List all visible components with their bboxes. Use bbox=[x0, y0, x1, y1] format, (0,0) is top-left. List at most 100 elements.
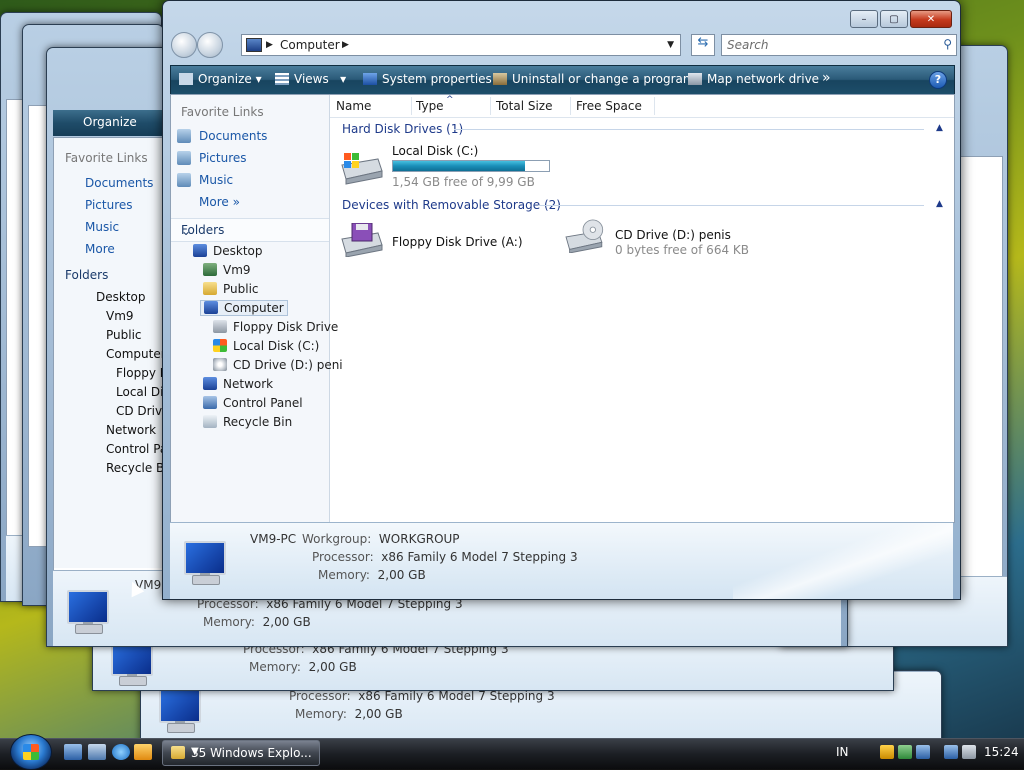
tree-item-public[interactable]: Public bbox=[106, 328, 142, 342]
disk-usage-fill bbox=[393, 161, 525, 171]
cd-drive-space: 0 bytes free of 664 KB bbox=[615, 243, 749, 257]
workgroup-value: WORKGROUP bbox=[378, 532, 460, 546]
tree-item-floppy[interactable]: Floppy Disk Drive bbox=[213, 320, 338, 334]
navigation-bar: ▶ Computer ▶ ▼ ⇆ Search ⚲ bbox=[171, 32, 957, 58]
local-disk-c-space: 1,54 GB free of 9,99 GB bbox=[392, 175, 535, 189]
sidebar-link-pictures[interactable]: Pictures bbox=[177, 151, 247, 165]
organize-button[interactable]: Organize bbox=[83, 115, 137, 129]
sidebar-more-link[interactable]: More bbox=[85, 242, 115, 256]
pictures-icon bbox=[177, 151, 191, 165]
folders-header[interactable]: Folders ⌄ bbox=[171, 218, 329, 242]
address-bar[interactable]: ▶ Computer ▶ ▼ bbox=[241, 34, 681, 56]
folder-icon bbox=[171, 746, 185, 759]
back-button[interactable] bbox=[171, 32, 197, 58]
organize-button[interactable]: Organize ▾ bbox=[179, 72, 262, 86]
collapse-chevron-icon[interactable]: ▲ bbox=[936, 199, 943, 209]
hard-disk-icon bbox=[341, 153, 383, 185]
uninstall-button[interactable]: Uninstall or change a program bbox=[493, 72, 695, 86]
tree-item-cd-drive[interactable]: CD Drive (D:) peni bbox=[213, 358, 343, 372]
safely-remove-icon[interactable] bbox=[898, 745, 912, 759]
recycle-bin-icon bbox=[203, 415, 217, 428]
breadcrumb-arrow-icon[interactable]: ▶ bbox=[266, 40, 273, 50]
display-icon[interactable] bbox=[944, 745, 958, 759]
column-free-space[interactable]: Free Space bbox=[576, 99, 642, 113]
refresh-button[interactable]: ⇆ bbox=[691, 34, 715, 56]
internet-explorer-icon[interactable] bbox=[112, 744, 130, 760]
memory-value: 2,00 GB bbox=[354, 707, 403, 721]
tree-item-network[interactable]: Network bbox=[203, 377, 273, 391]
windows-logo-icon bbox=[23, 744, 39, 760]
tree-item-local-disk[interactable]: Local Disk (C:) bbox=[213, 339, 319, 353]
start-button[interactable] bbox=[10, 734, 52, 770]
taskbar-explorer-group[interactable]: 35 Windows Explo... ▼ bbox=[162, 740, 320, 766]
memory-value: 2,00 GB bbox=[262, 615, 311, 629]
search-input[interactable]: Search ⚲ bbox=[721, 34, 957, 56]
local-disk-icon bbox=[213, 339, 227, 352]
sidebar-link-music[interactable]: Music bbox=[177, 173, 233, 187]
volume-muted-icon[interactable] bbox=[962, 745, 976, 759]
sidebar-link-documents[interactable]: Documents bbox=[177, 129, 267, 143]
address-dropdown-icon[interactable]: ▼ bbox=[667, 40, 674, 50]
views-button[interactable]: Views ▾ bbox=[275, 72, 346, 86]
local-disk-c-name[interactable]: Local Disk (C:) bbox=[392, 144, 478, 158]
floppy-drive-name[interactable]: Floppy Disk Drive (A:) bbox=[392, 235, 523, 249]
help-icon[interactable]: ? bbox=[929, 71, 947, 89]
network-status-icon[interactable] bbox=[916, 745, 930, 759]
group-header-removable[interactable]: Devices with Removable Storage (2) bbox=[342, 198, 561, 212]
system-properties-button[interactable]: System properties bbox=[363, 72, 492, 86]
sidebar-more-link[interactable]: More » bbox=[199, 195, 240, 209]
tree-item-vm9[interactable]: Vm9 bbox=[106, 309, 134, 323]
tree-item-desktop[interactable]: Desktop bbox=[193, 244, 263, 258]
memory-label: Memory: bbox=[295, 707, 347, 721]
close-button[interactable]: ✕ bbox=[910, 10, 952, 28]
maximize-button[interactable]: ▢ bbox=[880, 10, 908, 28]
clock[interactable]: 15:24 bbox=[984, 745, 1019, 759]
desktop-icon bbox=[193, 244, 207, 257]
computer-icon bbox=[178, 539, 230, 585]
file-list-pane: Name Type ^ Total Size Free Space Hard D… bbox=[330, 95, 954, 522]
column-total-size[interactable]: Total Size bbox=[496, 99, 552, 113]
details-pane: VM9-PC Workgroup: WORKGROUP Processor: x… bbox=[170, 522, 953, 599]
map-network-drive-button[interactable]: Map network drive bbox=[688, 72, 819, 86]
switch-windows-icon[interactable] bbox=[88, 744, 106, 760]
more-commands-button[interactable]: » bbox=[822, 70, 831, 86]
tree-item-public[interactable]: Public bbox=[203, 282, 259, 296]
tree-item-control-panel[interactable]: Control Pa bbox=[106, 442, 167, 456]
control-panel-icon bbox=[203, 396, 217, 409]
forward-button[interactable] bbox=[197, 32, 223, 58]
tree-item-desktop[interactable]: Desktop bbox=[96, 290, 146, 304]
sidebar-link-music[interactable]: Music bbox=[85, 220, 119, 234]
language-indicator[interactable]: IN bbox=[836, 745, 849, 759]
media-player-icon[interactable] bbox=[134, 744, 152, 760]
tree-item-computer[interactable]: Computer bbox=[106, 347, 166, 361]
show-desktop-icon[interactable] bbox=[64, 744, 82, 760]
tree-item-recycle-bin[interactable]: Recycle Bin bbox=[203, 415, 292, 429]
column-type[interactable]: Type bbox=[416, 99, 444, 113]
user-folder-icon bbox=[203, 263, 217, 276]
explorer-window[interactable]: – ▢ ✕ ▶ Computer ▶ ▼ ⇆ Search ⚲ Organize… bbox=[162, 0, 961, 600]
window-controls: – ▢ ✕ bbox=[848, 10, 952, 28]
group-header-hard-disk[interactable]: Hard Disk Drives (1) bbox=[342, 122, 463, 136]
sort-arrow-icon: ^ bbox=[446, 95, 454, 105]
folders-header[interactable]: Folders bbox=[65, 268, 108, 282]
column-name[interactable]: Name bbox=[336, 99, 371, 113]
cd-drive-name[interactable]: CD Drive (D:) penis bbox=[615, 228, 731, 242]
tree-item-computer[interactable]: Computer bbox=[200, 300, 288, 316]
memory-value: 2,00 GB bbox=[308, 660, 357, 674]
chevron-down-icon[interactable]: ⌄ bbox=[181, 224, 321, 238]
tree-item-control-panel[interactable]: Control Panel bbox=[203, 396, 303, 410]
minimize-button[interactable]: – bbox=[850, 10, 878, 28]
sidebar-link-documents[interactable]: Documents bbox=[85, 176, 153, 190]
address-text[interactable]: Computer bbox=[280, 38, 340, 52]
breadcrumb-arrow-icon[interactable]: ▶ bbox=[342, 40, 349, 50]
search-icon[interactable]: ⚲ bbox=[943, 37, 952, 51]
sidebar-link-pictures[interactable]: Pictures bbox=[85, 198, 133, 212]
network-drive-icon bbox=[688, 73, 702, 85]
collapse-chevron-icon[interactable]: ▲ bbox=[936, 123, 943, 133]
tree-item-network[interactable]: Network bbox=[106, 423, 156, 437]
tree-item-vm9[interactable]: Vm9 bbox=[203, 263, 251, 277]
security-shield-icon[interactable] bbox=[880, 745, 894, 759]
music-icon bbox=[177, 173, 191, 187]
system-properties-icon bbox=[363, 73, 377, 85]
documents-icon bbox=[177, 129, 191, 143]
